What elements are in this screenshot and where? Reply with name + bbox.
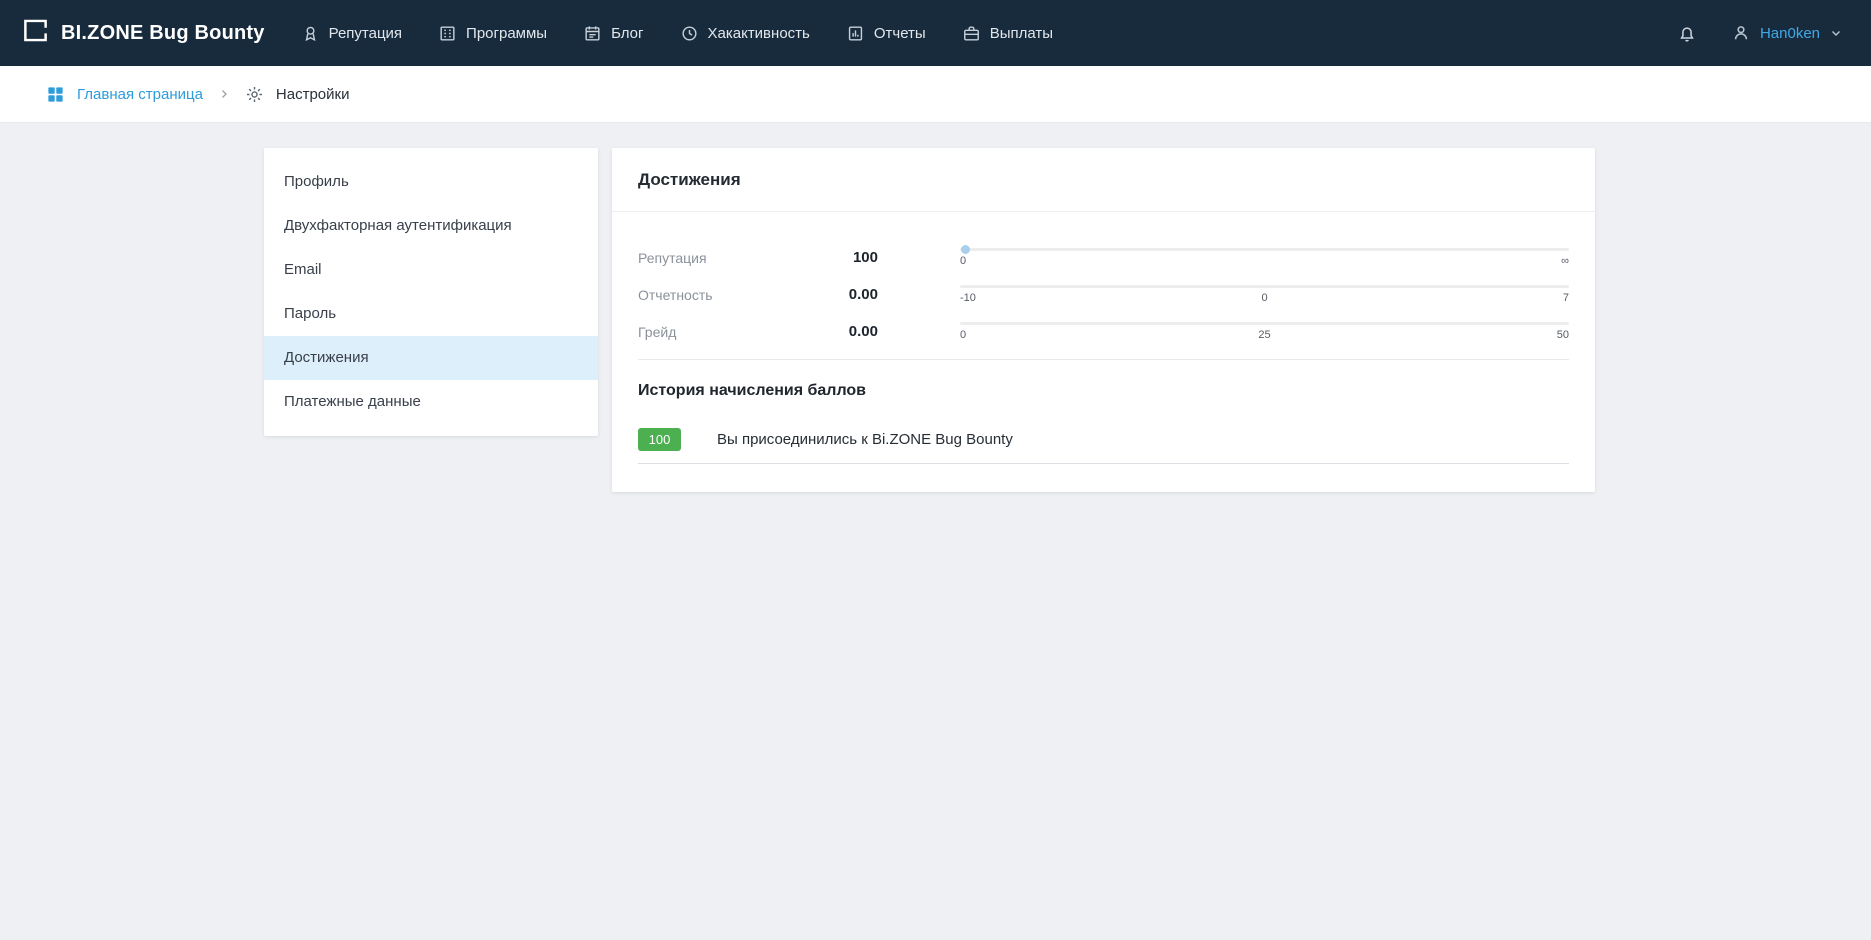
slider-track — [960, 322, 1569, 325]
topbar: BI.ZONE Bug Bounty Репутация Программы Б… — [0, 0, 1871, 66]
nav-item-label: Блог — [611, 25, 643, 42]
nav-item-reputation[interactable]: Репутация — [301, 24, 402, 43]
metric-scale-slider: 0 25 50 — [960, 322, 1569, 341]
home-grid-icon — [46, 85, 65, 104]
metric-value: 0.00 — [798, 286, 878, 303]
metric-value: 0.00 — [798, 323, 878, 340]
hacktivity-icon — [680, 24, 699, 43]
slider-thumb — [961, 245, 970, 254]
breadcrumb: Главная страница Настройки — [0, 66, 1871, 123]
chevron-down-icon — [1829, 26, 1843, 40]
content: Профиль Двухфакторная аутентификация Ema… — [0, 123, 1871, 492]
sidebar-item-profile[interactable]: Профиль — [264, 160, 598, 204]
metric-row-grade: Грейд 0.00 0 25 50 — [638, 322, 1569, 341]
tick-mid: 0 — [1261, 292, 1267, 304]
nav-item-label: Репутация — [329, 25, 402, 42]
sidebar-item-achievements[interactable]: Достижения — [264, 336, 598, 380]
tick-max: ∞ — [1561, 255, 1569, 267]
topbar-right: Han0ken — [1677, 23, 1843, 43]
nav-item-label: Хакактивность — [708, 25, 810, 42]
tick-max: 50 — [1557, 329, 1569, 341]
payouts-icon — [962, 24, 981, 43]
user-icon — [1731, 23, 1751, 43]
breadcrumb-home-label: Главная страница — [77, 86, 203, 103]
tick-max: 7 — [1563, 292, 1569, 304]
slider-ticks: -10 0 7 — [960, 292, 1569, 304]
notifications-bell-icon[interactable] — [1677, 23, 1697, 43]
metric-label: Отчетность — [638, 287, 798, 303]
brand-name: BI.ZONE Bug Bounty — [61, 22, 265, 45]
slider-track — [960, 285, 1569, 288]
bizone-logo-icon — [22, 17, 49, 49]
nav-item-hacktivity[interactable]: Хакактивность — [680, 24, 810, 43]
sidebar-item-two-factor[interactable]: Двухфакторная аутентификация — [264, 204, 598, 248]
nav-item-label: Программы — [466, 25, 547, 42]
main-nav: Репутация Программы Блог Хакактивность О… — [301, 24, 1053, 43]
history-section: История начисления баллов 100 Вы присоед… — [612, 360, 1595, 492]
sidebar-item-email[interactable]: Email — [264, 248, 598, 292]
points-badge: 100 — [638, 428, 681, 451]
card-header: Достижения — [612, 148, 1595, 212]
metric-label: Репутация — [638, 250, 798, 266]
history-title: История начисления баллов — [638, 382, 1569, 400]
metric-label: Грейд — [638, 324, 798, 340]
metric-row-reporting: Отчетность 0.00 -10 0 7 — [638, 285, 1569, 304]
metric-scale-slider: 0 ∞ — [960, 248, 1569, 267]
breadcrumb-separator-icon — [218, 88, 230, 100]
tick-mid: 25 — [1258, 329, 1270, 341]
programs-icon — [438, 24, 457, 43]
achievements-card: Достижения Репутация 100 0 ∞ О — [612, 148, 1595, 492]
reports-icon — [846, 24, 865, 43]
metric-value: 100 — [798, 249, 878, 266]
tick-min: -10 — [960, 292, 976, 304]
reputation-icon — [301, 24, 320, 43]
settings-sidebar: Профиль Двухфакторная аутентификация Ema… — [264, 148, 598, 436]
metrics-list: Репутация 100 0 ∞ Отчетность 0.00 — [612, 212, 1595, 341]
username: Han0ken — [1760, 25, 1820, 42]
nav-item-label: Выплаты — [990, 25, 1053, 42]
gear-icon — [245, 85, 264, 104]
nav-item-reports[interactable]: Отчеты — [846, 24, 926, 43]
metric-scale-slider: -10 0 7 — [960, 285, 1569, 304]
tick-min: 0 — [960, 255, 966, 267]
nav-item-payouts[interactable]: Выплаты — [962, 24, 1053, 43]
history-item-text: Вы присоединились к Bi.ZONE Bug Bounty — [717, 431, 1013, 448]
slider-ticks: 0 ∞ — [960, 255, 1569, 267]
sidebar-item-password[interactable]: Пароль — [264, 292, 598, 336]
breadcrumb-current: Настройки — [245, 85, 350, 104]
brand-logo[interactable]: BI.ZONE Bug Bounty — [22, 17, 265, 49]
slider-ticks: 0 25 50 — [960, 329, 1569, 341]
nav-item-label: Отчеты — [874, 25, 926, 42]
slider-track — [960, 248, 1569, 251]
metric-row-reputation: Репутация 100 0 ∞ — [638, 248, 1569, 267]
breadcrumb-home-link[interactable]: Главная страница — [46, 85, 203, 104]
nav-item-blog[interactable]: Блог — [583, 24, 643, 43]
history-item: 100 Вы присоединились к Bi.ZONE Bug Boun… — [638, 428, 1569, 464]
user-menu[interactable]: Han0ken — [1731, 23, 1843, 43]
breadcrumb-current-label: Настройки — [276, 86, 350, 103]
sidebar-item-payment-details[interactable]: Платежные данные — [264, 380, 598, 424]
nav-item-programs[interactable]: Программы — [438, 24, 547, 43]
page-title: Достижения — [638, 170, 1569, 190]
tick-min: 0 — [960, 329, 966, 341]
blog-icon — [583, 24, 602, 43]
